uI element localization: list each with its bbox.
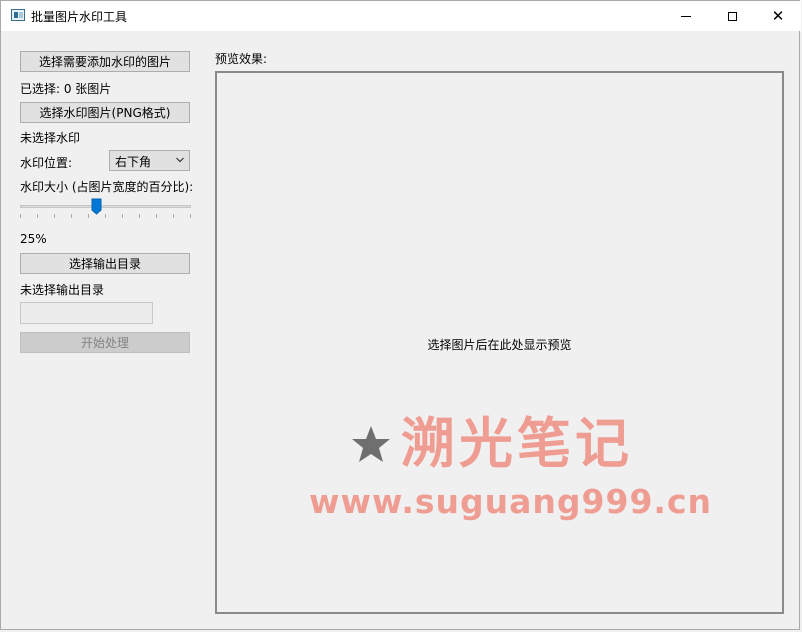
slider-tick [173,214,174,218]
maximize-icon [727,11,737,21]
chevron-down-icon [176,157,184,163]
close-icon: ✕ [771,6,785,25]
watermark-logo: 溯光笔记 [351,414,633,474]
slider-tick [20,214,21,218]
position-select-value: 右下角 [115,155,152,169]
slider-tick [71,214,72,218]
title-bar[interactable]: 批量图片水印工具 ✕ [1,1,801,31]
size-percent-label: 25% [20,232,47,246]
slider-tick [139,214,140,218]
select-watermark-button[interactable]: 选择水印图片(PNG格式) [20,102,190,123]
size-slider[interactable] [20,195,191,223]
slider-tick [105,214,106,218]
slider-tick [156,214,157,218]
preview-label: 预览效果: [215,52,268,66]
position-select[interactable]: 右下角 [109,150,190,171]
close-button[interactable]: ✕ [755,1,801,31]
slider-groove [20,205,191,208]
select-images-button[interactable]: 选择需要添加水印的图片 [20,51,190,72]
watermark-url: www.suguang999.cn [309,482,712,521]
preview-area: 选择图片后在此处显示预览 溯光笔记 www.suguang999.cn [215,71,784,614]
slider-tick [88,214,89,218]
window-title: 批量图片水印工具 [31,10,128,24]
size-label: 水印大小 (占图片宽度的百分比): [20,180,194,194]
start-processing-button[interactable]: 开始处理 [20,332,190,353]
position-label: 水印位置: [20,156,73,170]
output-path-field[interactable] [20,302,153,324]
watermark-status-label: 未选择水印 [20,131,81,145]
output-status-label: 未选择输出目录 [20,283,105,297]
slider-tick [54,214,55,218]
slider-handle[interactable] [91,198,102,215]
star-icon [352,426,390,462]
maximize-button[interactable] [709,1,755,31]
selected-count-label: 已选择: 0 张图片 [20,82,112,96]
watermark-brand: 溯光笔记 [401,412,633,475]
slider-tick [122,214,123,218]
minimize-icon [681,15,691,17]
preview-placeholder: 选择图片后在此处显示预览 [427,338,572,352]
select-output-button[interactable]: 选择输出目录 [20,253,190,274]
minimize-button[interactable] [663,1,709,31]
main-window: 批量图片水印工具 ✕ 选择需要添加水印的图片 已选择: 0 张图片 选择水印图片… [0,0,801,630]
slider-tick [37,214,38,218]
slider-tick [190,214,191,218]
app-icon [11,9,25,21]
